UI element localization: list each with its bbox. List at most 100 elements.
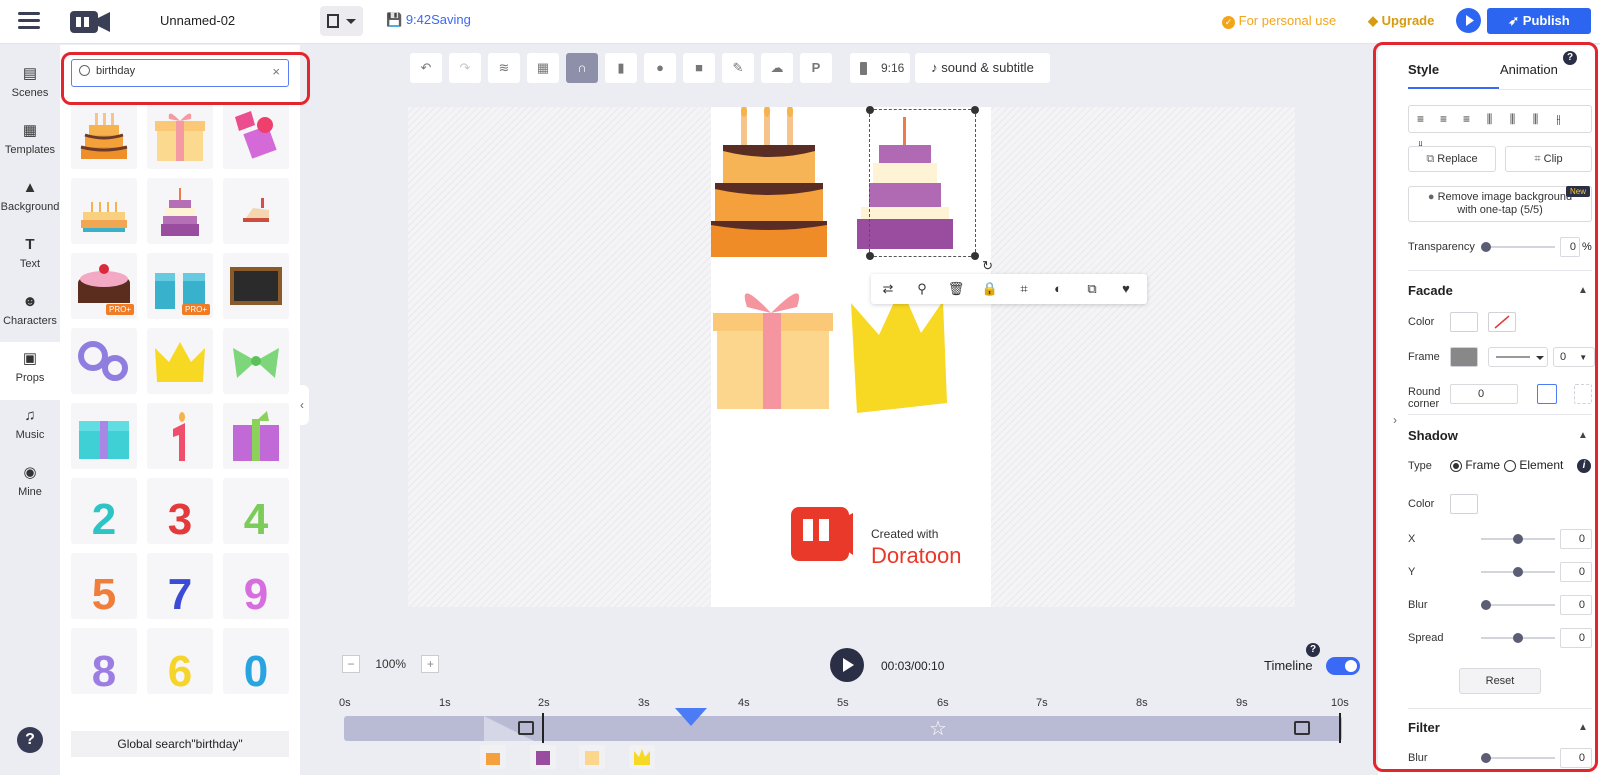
watermark-brand: Doratoon xyxy=(871,543,962,568)
redo-icon[interactable]: ↷ xyxy=(449,53,481,83)
nav-text[interactable]: T Text xyxy=(0,228,60,286)
zoom-in-icon[interactable]: + xyxy=(421,655,440,673)
prop-candle-5[interactable]: 5 xyxy=(71,553,137,619)
paint-roller-icon[interactable]: ▮ xyxy=(605,53,637,83)
playhead-line[interactable] xyxy=(542,713,544,743)
prop-candle-0[interactable]: 0 xyxy=(223,628,289,696)
thumb-crown[interactable] xyxy=(629,745,655,769)
svg-text:8: 8 xyxy=(92,647,116,694)
prop-cake-chocolate[interactable]: PRO+ xyxy=(71,253,137,319)
magnet-icon[interactable]: ∩ xyxy=(566,53,598,83)
preview-play-button[interactable] xyxy=(1456,8,1481,33)
thumb-gift[interactable] xyxy=(579,745,605,769)
hamburger-menu-icon[interactable] xyxy=(18,12,40,30)
prop-candle-4[interactable]: 4 xyxy=(223,478,289,544)
undo-icon[interactable]: ↶ xyxy=(410,53,442,83)
orange-cake-element xyxy=(711,107,827,257)
grid-icon[interactable]: ▦ xyxy=(527,53,559,83)
delete-icon[interactable]: 🗑 xyxy=(939,274,973,304)
timeline-toggle[interactable] xyxy=(1326,657,1360,675)
nav-templates[interactable]: ▦ Templates xyxy=(0,114,60,172)
prop-gift-box[interactable] xyxy=(147,103,213,169)
zoom-out-icon[interactable]: − xyxy=(342,655,360,673)
personal-use-label[interactable]: ✓ For personal use xyxy=(1222,13,1336,29)
mask-icon[interactable]: ◐ xyxy=(1041,274,1075,304)
diamond-icon: ◆ xyxy=(1368,13,1378,28)
play-button[interactable] xyxy=(830,648,864,682)
microphone-icon[interactable]: ● xyxy=(644,53,676,83)
element-context-menu: ⇄ ⚲ 🗑 🔒 ⌗ ◐ ⧉ ♥ xyxy=(871,274,1147,304)
prop-crown[interactable] xyxy=(147,328,213,394)
resize-handle[interactable] xyxy=(866,252,874,260)
collapse-panel-icon[interactable]: ‹ xyxy=(295,385,309,425)
prop-gears[interactable] xyxy=(71,328,137,394)
prop-bow-green[interactable] xyxy=(223,328,289,394)
props-grid: PRO+ PRO+ 2 3 4 5 7 9 8 6 0 xyxy=(71,103,289,723)
layers-icon[interactable]: ≋ xyxy=(488,53,520,83)
resize-handle[interactable] xyxy=(866,106,874,114)
nav-music[interactable]: ♫ Music xyxy=(0,399,60,457)
save-status[interactable]: 💾 9:42Saving xyxy=(386,12,471,28)
document-name[interactable]: Unnamed-02 xyxy=(160,13,235,28)
nav-props[interactable]: ▣ Props xyxy=(0,342,60,400)
crop-icon[interactable]: ⌗ xyxy=(1007,274,1041,304)
nav-background[interactable]: ▲ Background xyxy=(0,171,60,229)
resize-handle[interactable] xyxy=(971,252,979,260)
templates-icon: ▦ xyxy=(22,122,38,139)
keyframe-star-icon[interactable]: ☆ xyxy=(929,716,947,741)
prop-cake-purple[interactable] xyxy=(147,178,213,244)
global-search-button[interactable]: Global search"birthday" xyxy=(71,731,289,757)
nav-characters[interactable]: ☻ Characters xyxy=(0,285,60,343)
ruler-tick: 5s xyxy=(837,697,849,709)
help-button[interactable]: ? xyxy=(17,727,43,753)
nav-scenes[interactable]: ▤ Scenes xyxy=(0,57,60,115)
background-icon: ▲ xyxy=(22,179,38,196)
nav-mine[interactable]: ◉ Mine xyxy=(0,456,60,514)
file-menu-button[interactable] xyxy=(320,6,363,36)
music-icon: ♫ xyxy=(24,407,36,424)
cloud-icon[interactable]: ☁ xyxy=(761,53,793,83)
favorite-icon[interactable]: ♥ xyxy=(1109,274,1143,304)
exit-icon[interactable] xyxy=(1294,721,1310,735)
timeline-help-icon[interactable]: ? xyxy=(1306,643,1320,657)
thumb-orange-cake[interactable] xyxy=(480,745,506,769)
aspect-ratio-button[interactable]: 9:16 xyxy=(850,53,910,83)
prop-cake-slice[interactable] xyxy=(223,178,289,244)
playhead-marker[interactable] xyxy=(675,708,707,726)
flip-icon[interactable]: ⇄ xyxy=(871,274,905,304)
prop-candle-1[interactable] xyxy=(147,403,213,469)
prop-chalkboard[interactable] xyxy=(223,253,289,319)
prop-candle-2[interactable]: 2 xyxy=(71,478,137,544)
prop-cake-small[interactable] xyxy=(71,178,137,244)
prop-gift-heart[interactable] xyxy=(223,103,289,169)
lock-icon[interactable]: 🔒 xyxy=(973,274,1007,304)
prop-candle-6[interactable]: 6 xyxy=(147,628,213,696)
upgrade-button[interactable]: ◆ Upgrade xyxy=(1368,13,1434,29)
thumb-purple-cake[interactable] xyxy=(530,745,556,769)
svg-text:9: 9 xyxy=(244,570,268,619)
pin-icon[interactable]: ⚲ xyxy=(905,274,939,304)
zoom-level: 100% xyxy=(375,657,407,671)
p-icon[interactable]: P xyxy=(800,53,832,83)
prop-gift-teal[interactable]: PRO+ xyxy=(147,253,213,319)
publish-button[interactable]: ➶ Publish xyxy=(1487,8,1591,34)
camera-icon[interactable]: ■ xyxy=(683,53,715,83)
selection-box[interactable]: ↻ xyxy=(866,106,993,273)
timeline-track[interactable]: ☆ xyxy=(344,713,1342,743)
enter-icon[interactable] xyxy=(518,721,534,735)
prop-gift-cyan[interactable] xyxy=(71,403,137,469)
end-line xyxy=(1339,713,1341,743)
check-icon: ✓ xyxy=(1222,16,1235,29)
prop-candle-7[interactable]: 7 xyxy=(147,553,213,619)
replace-icon[interactable]: ⧉ xyxy=(1075,274,1109,304)
watermark-caption: Created with xyxy=(871,527,939,541)
prop-gift-purple[interactable] xyxy=(223,403,289,469)
prop-cake-candles[interactable] xyxy=(71,103,137,169)
prop-candle-9[interactable]: 9 xyxy=(223,553,289,619)
prop-candle-8[interactable]: 8 xyxy=(71,628,137,696)
rotate-handle-icon[interactable]: ↻ xyxy=(982,258,993,274)
resize-handle[interactable] xyxy=(971,106,979,114)
pen-icon[interactable]: ✎ xyxy=(722,53,754,83)
sound-subtitle-button[interactable]: ♪ sound & subtitle xyxy=(915,53,1050,83)
prop-candle-3[interactable]: 3 xyxy=(147,478,213,544)
